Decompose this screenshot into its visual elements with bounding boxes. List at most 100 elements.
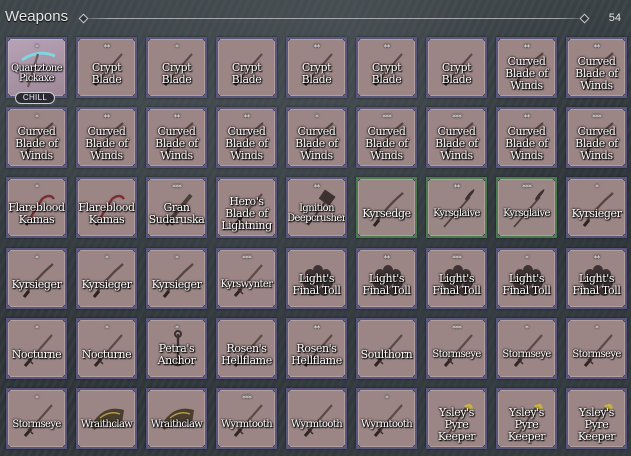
weapon-card[interactable]: ** Crypt Blade (356, 37, 417, 98)
weapon-card[interactable]: ** Ignition Deepcrusher (286, 177, 347, 238)
weapon-card[interactable]: *** Light's Final Toll (426, 248, 487, 309)
weapon-name: Kyrsieger (571, 206, 622, 220)
weapon-card[interactable]: *** Gran Sudaruska (146, 177, 207, 238)
chill-tag: CHILL (15, 92, 55, 104)
weapon-name: Petra's Anchor (157, 341, 196, 367)
card-corner-ornament (481, 320, 485, 324)
card-corner-ornament (271, 109, 275, 113)
rarity-stars: ** (103, 43, 111, 52)
rarity-stars: ** (593, 254, 601, 263)
weapon-card[interactable]: *** Curved Blade of Winds (356, 107, 417, 168)
item-count: 54 (608, 12, 621, 24)
card-corner-ornament (568, 390, 572, 394)
weapon-card[interactable]: * Stormseye (566, 318, 627, 379)
rarity-stars: * (315, 113, 319, 122)
weapon-card[interactable]: ** Curved Blade of Winds (76, 107, 137, 168)
rarity-stars: ** (523, 113, 531, 122)
card-corner-ornament (271, 179, 275, 183)
weapon-card[interactable]: * Flareblood Kamas (6, 177, 67, 238)
card-corner-ornament (218, 390, 222, 394)
weapon-name: Ignition Deepcrusher (287, 202, 346, 224)
weapon-card[interactable]: ** Crypt Blade (286, 37, 347, 98)
weapon-card[interactable]: Kyrsedge (356, 177, 417, 238)
weapon-card[interactable]: *** Kyrsglaive (496, 177, 557, 238)
card-corner-ornament (61, 320, 65, 324)
card-corner-ornament (271, 390, 275, 394)
weapon-card[interactable]: ** Curved Blade of Winds (216, 107, 277, 168)
weapon-card[interactable]: * Quartztone Pickaxe (6, 37, 67, 98)
weapon-card[interactable]: Rosen's Hellflame (216, 318, 277, 379)
weapon-name: Quartztone Pickaxe (10, 62, 63, 84)
weapon-card[interactable]: Wraithclaw (76, 388, 137, 449)
weapon-name: Light's Final Toll (432, 271, 481, 297)
weapon-card[interactable]: Ysley's Pyre Keeper (566, 388, 627, 449)
card-corner-ornament (61, 109, 65, 113)
weapon-card[interactable]: *** Stormseye (426, 318, 487, 379)
card-corner-ornament (288, 39, 292, 43)
card-corner-ornament (148, 320, 152, 324)
weapon-card[interactable]: Soulthorn (356, 318, 417, 379)
card-corner-ornament (78, 179, 82, 183)
weapon-card[interactable]: *** Kyrswynter (216, 248, 277, 309)
weapon-card[interactable]: * Light's Final Toll (496, 248, 557, 309)
weapon-card[interactable]: * Curved Blade of Winds (6, 107, 67, 168)
weapon-card[interactable]: Crypt Blade (216, 37, 277, 98)
card-corner-ornament (358, 179, 362, 183)
card-corner-ornament (131, 109, 135, 113)
weapon-card[interactable]: * Curved Blade of Winds (286, 107, 347, 168)
weapon-card[interactable]: * Crypt Blade (146, 37, 207, 98)
weapon-name: Light's Final Toll (362, 271, 411, 297)
weapon-card[interactable]: ** Curved Blade of Winds (496, 107, 557, 168)
weapon-card[interactable]: *** Wyrmtooth (216, 388, 277, 449)
weapon-card[interactable]: * Stormseye (6, 388, 67, 449)
weapon-card[interactable]: Wyrmtooth (286, 388, 347, 449)
weapon-card[interactable]: * Kyrsieger (566, 177, 627, 238)
card-corner-ornament (411, 390, 415, 394)
weapon-card[interactable]: Hero's Blade of Lightning (216, 177, 277, 238)
weapon-card[interactable]: ** Crypt Blade (76, 37, 137, 98)
weapon-card[interactable]: * Nocturne (76, 318, 137, 379)
rarity-stars: ** (453, 183, 461, 192)
weapon-card[interactable]: * Kyrsieger (146, 248, 207, 309)
weapon-card[interactable]: Flareblood Kamas (76, 177, 137, 238)
weapon-card[interactable]: * Kyrsieger (76, 248, 137, 309)
weapon-card[interactable]: * Wyrmtooth (356, 388, 417, 449)
weapon-card[interactable]: ** Kyrsglaive (426, 177, 487, 238)
weapon-card[interactable]: *** Curved Blade of Winds (566, 107, 627, 168)
card-corner-ornament (61, 179, 65, 183)
card-corner-ornament (498, 320, 502, 324)
weapon-card[interactable]: Ysley's Pyre Keeper (496, 388, 557, 449)
card-corner-ornament (428, 179, 432, 183)
weapon-name: Kyrswynter (220, 278, 273, 290)
weapon-card[interactable]: ** Light's Final Toll (566, 248, 627, 309)
weapon-card[interactable]: * Nocturne (6, 318, 67, 379)
weapon-card[interactable]: Wraithclaw (146, 388, 207, 449)
weapon-card[interactable]: Crypt Blade (426, 37, 487, 98)
card-corner-ornament (288, 109, 292, 113)
header-divider (78, 18, 590, 19)
card-corner-ornament (131, 390, 135, 394)
weapon-card[interactable]: Light's Final Toll (286, 248, 347, 309)
weapon-card[interactable]: * Kyrsieger (6, 248, 67, 309)
weapon-card[interactable]: ** Curved Blade of Winds (566, 37, 627, 98)
weapon-name: Wyrmtooth (220, 418, 273, 430)
weapon-card[interactable]: ** Curved Blade of Winds (146, 107, 207, 168)
weapon-card[interactable]: Ysley's Pyre Keeper (426, 388, 487, 449)
weapon-card[interactable]: ** Rosen's Hellflame (286, 318, 347, 379)
card-corner-ornament (148, 39, 152, 43)
weapon-name: Ysley's Pyre Keeper (437, 405, 476, 443)
rarity-stars: *** (592, 113, 602, 122)
weapon-card[interactable]: ** Curved Blade of Winds (496, 37, 557, 98)
card-corner-ornament (288, 179, 292, 183)
weapon-card[interactable]: * Stormseye (496, 318, 557, 379)
weapon-card[interactable]: * Petra's Anchor (146, 318, 207, 379)
weapon-name: Light's Final Toll (572, 271, 621, 297)
card-corner-ornament (148, 179, 152, 183)
card-corner-ornament (201, 320, 205, 324)
card-corner-ornament (78, 39, 82, 43)
card-corner-ornament (481, 109, 485, 113)
weapon-card[interactable]: ** Light's Final Toll (356, 248, 417, 309)
weapon-name: Crypt Blade (91, 60, 122, 86)
weapon-card[interactable]: *** Curved Blade of Winds (426, 107, 487, 168)
weapon-name: Wyrmtooth (290, 418, 343, 430)
